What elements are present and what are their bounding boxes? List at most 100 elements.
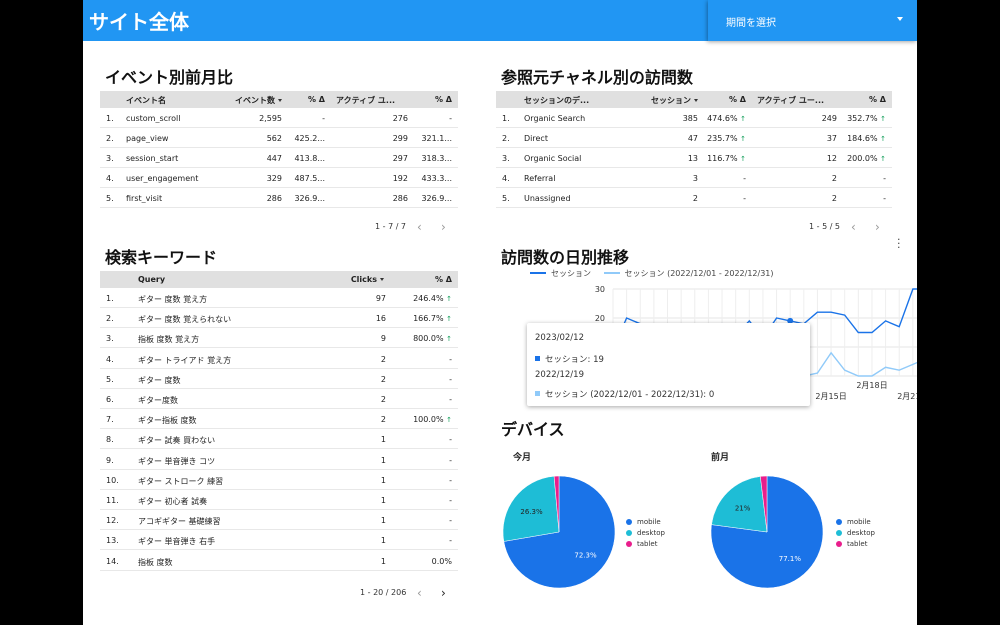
series-color-swatch	[535, 391, 540, 396]
legend-dot	[626, 519, 632, 525]
table-row[interactable]: 14. 指板 度数 1 0.0%	[100, 551, 458, 571]
table-row[interactable]: 11. ギター 初心者 試奏 1 -	[100, 490, 458, 510]
more-vert-icon[interactable]: · · ·	[897, 234, 901, 253]
table-row[interactable]: 13. ギター 単音弾き 右手 1 -	[100, 530, 458, 551]
row-index: 3.	[106, 334, 114, 344]
row-index: 3.	[502, 154, 510, 163]
col-header-session-channel[interactable]: セッションのデ...	[524, 95, 608, 106]
active-users-delta: -	[449, 114, 452, 123]
clicks-delta: -	[390, 536, 452, 545]
arrow-up-icon: ↑	[740, 155, 746, 163]
table-row[interactable]: 10. ギター ストローク 練習 1 -	[100, 470, 458, 490]
col-header-delta-1[interactable]: % Δ	[285, 95, 325, 104]
events-title: イベント別前月比	[105, 68, 234, 87]
table-row[interactable]: 2. Direct 47 235.7% ↑ 37 184.6% ↑	[496, 128, 892, 148]
event-name: page_view	[126, 134, 169, 143]
clicks-delta-value: -	[449, 475, 452, 485]
table-row[interactable]: 2. page_view 562 425.2... 299 321.1...	[100, 128, 458, 148]
pie-legend-last-month: mobile desktop tablet	[836, 518, 875, 551]
chevron-right-icon[interactable]: ›	[441, 586, 446, 600]
legend-dot	[836, 519, 842, 525]
clicks: 1	[380, 516, 386, 526]
col-header-active-users[interactable]: アクティブ ユー...	[757, 95, 837, 106]
sessions-delta-value: -	[743, 194, 746, 203]
table-row[interactable]: 6. ギター度数 2 -	[100, 389, 458, 409]
col-header-delta-2[interactable]: % Δ	[410, 95, 452, 104]
table-row[interactable]: 4. ギター トライアド 覚え方 2 -	[100, 349, 458, 369]
col-header-delta-1[interactable]: % Δ	[701, 95, 746, 104]
event-count: 562	[266, 134, 282, 143]
sessions-delta: -	[692, 194, 746, 203]
row-index: 2.	[106, 134, 114, 143]
tooltip-value-previous-text: セッション (2022/12/01 - 2022/12/31): 0	[545, 390, 715, 400]
col-header-event-count-label: イベント数	[235, 96, 275, 105]
col-header-clicks[interactable]: Clicks	[318, 275, 384, 284]
clicks-delta-value: 166.7%	[413, 314, 444, 324]
active-users-delta: 352.7% ↑	[832, 114, 886, 123]
table-row[interactable]: 1. custom_scroll 2,595 - 276 -	[100, 108, 458, 128]
col-header-query[interactable]: Query	[138, 275, 165, 284]
table-row[interactable]: 7. ギター指板 度数 2 100.0% ↑	[100, 409, 458, 430]
chevron-right-icon[interactable]: ›	[441, 220, 446, 234]
query-text: 指板 度数	[138, 557, 173, 567]
x-tick-label: 2月21日	[897, 392, 917, 401]
table-row[interactable]: 3. 指板 度数 覚え方 9 800.0% ↑	[100, 328, 458, 349]
channel-name: Direct	[524, 134, 548, 143]
sessions-delta: 235.7% ↑	[692, 134, 746, 143]
y-tick-label: 20	[595, 314, 605, 323]
period-selector[interactable]: 期間を選択	[708, 0, 917, 41]
event-count: 329	[266, 174, 282, 183]
arrow-up-icon: ↑	[880, 115, 886, 123]
event-name: session_start	[126, 154, 179, 163]
period-selector-label: 期間を選択	[726, 18, 776, 29]
chevron-left-icon[interactable]: ‹	[851, 220, 856, 234]
series-color-swatch	[535, 356, 540, 361]
col-header-event-name[interactable]: イベント名	[126, 95, 166, 106]
table-row[interactable]: 4. user_engagement 329 487.5... 192 433.3...	[100, 168, 458, 188]
col-header-delta-2[interactable]: % Δ	[840, 95, 886, 104]
table-row[interactable]: 5. Unassigned 2 - 2 -	[496, 188, 892, 208]
active-users-delta: 326.9...	[421, 194, 452, 203]
chevron-left-icon[interactable]: ‹	[417, 586, 422, 600]
clicks-delta: -	[390, 496, 452, 505]
active-users-delta-value: -	[883, 194, 886, 203]
chevron-left-icon[interactable]: ‹	[417, 220, 422, 234]
table-row[interactable]: 3. Organic Social 13 116.7% ↑ 12 200.0% ↑	[496, 148, 892, 168]
col-header-active-users[interactable]: アクティブ ユ...	[336, 95, 410, 106]
tooltip-date-previous: 2022/12/19	[535, 370, 584, 380]
row-index: 7.	[106, 415, 114, 425]
tooltip-value-previous: セッション (2022/12/01 - 2022/12/31): 0	[535, 388, 714, 400]
sessions: 13	[687, 154, 698, 163]
clicks-delta-value: -	[449, 374, 452, 384]
channel-name: Referral	[524, 174, 556, 183]
table-row[interactable]: 5. ギター 度数 2 -	[100, 369, 458, 389]
arrow-up-icon: ↑	[446, 295, 452, 303]
col-header-event-count[interactable]: イベント数	[210, 95, 282, 106]
query-text: ギター 試奏 買わない	[138, 436, 216, 446]
clicks-delta-value: 800.0%	[413, 334, 444, 344]
table-row[interactable]: 1. Organic Search 385 474.6% ↑ 249 352.7% ↑	[496, 108, 892, 128]
table-row[interactable]: 9. ギター 単音弾き コツ 1 -	[100, 450, 458, 470]
keywords-pager-label: 1 - 20 / 206	[360, 588, 407, 597]
table-row[interactable]: 8. ギター 試奏 買わない 1 -	[100, 429, 458, 450]
row-index: 4.	[106, 174, 114, 183]
table-row[interactable]: 2. ギター 度数 覚えられない 16 166.7% ↑	[100, 308, 458, 329]
row-index: 9.	[106, 455, 114, 465]
clicks: 1	[380, 556, 386, 566]
row-index: 6.	[106, 395, 114, 404]
sessions-delta: -	[692, 174, 746, 183]
col-header-delta[interactable]: % Δ	[400, 275, 452, 284]
active-users: 12	[826, 154, 837, 163]
table-row[interactable]: 4. Referral 3 - 2 -	[496, 168, 892, 188]
channel-name: Organic Social	[524, 154, 582, 163]
table-row[interactable]: 3. session_start 447 413.8... 297 318.3...	[100, 148, 458, 168]
col-header-sessions[interactable]: セッション	[616, 95, 698, 106]
chevron-right-icon[interactable]: ›	[875, 220, 880, 234]
table-row[interactable]: 5. first_visit 286 326.9... 286 326.9...	[100, 188, 458, 208]
table-row[interactable]: 12. アコギギター 基礎練習 1 -	[100, 510, 458, 531]
sessions-delta-value: 116.7%	[707, 154, 738, 163]
table-row[interactable]: 1. ギター 度数 覚え方 97 246.4% ↑	[100, 288, 458, 308]
clicks-delta: 0.0%	[390, 557, 452, 566]
keywords-pager: 1 - 20 / 206 ‹ ›	[360, 586, 450, 600]
clicks: 1	[380, 475, 386, 485]
